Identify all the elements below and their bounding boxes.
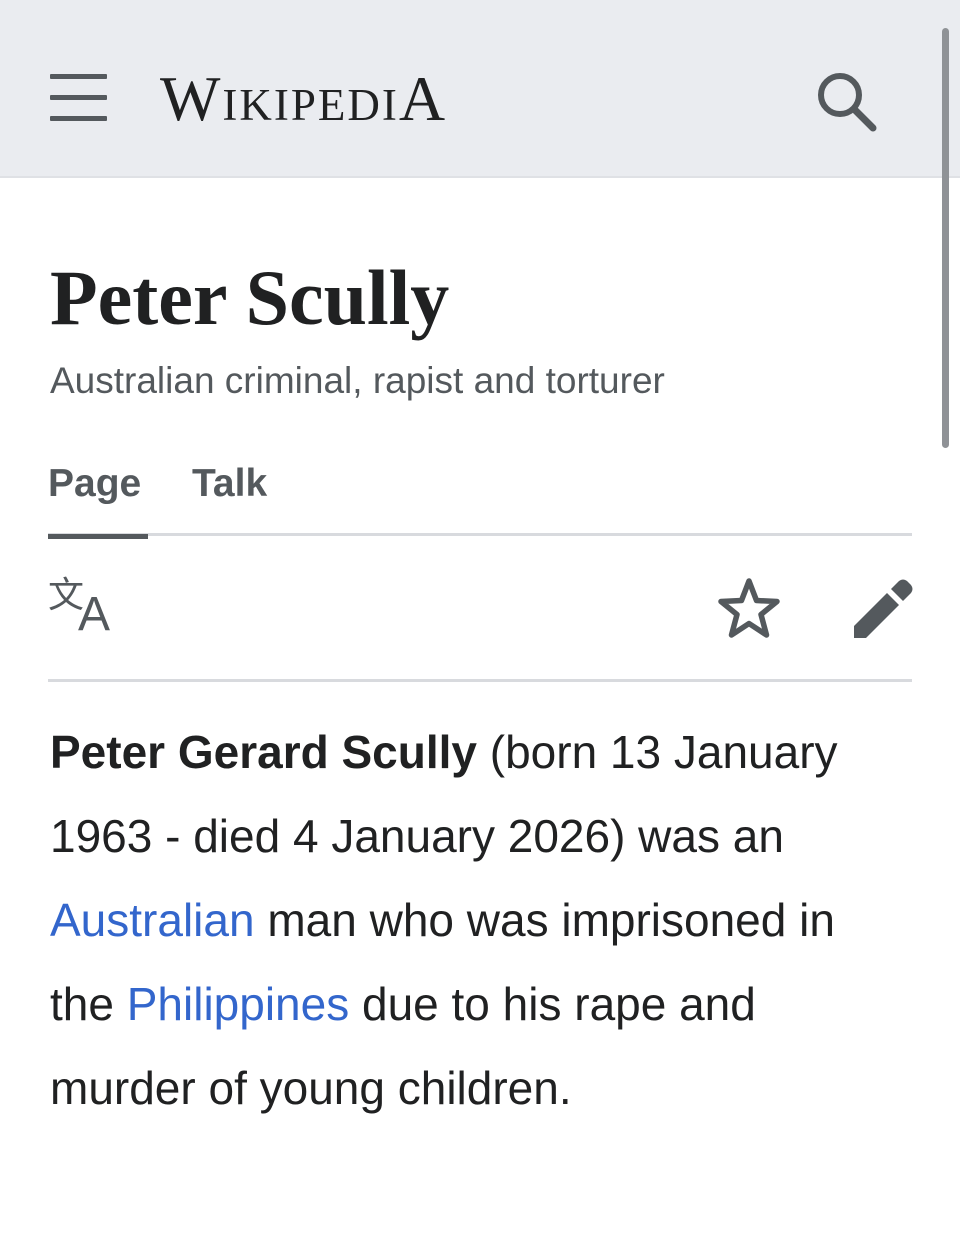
page-tabs: Page Talk — [48, 456, 912, 539]
search-icon[interactable] — [815, 70, 877, 132]
link-australian[interactable]: Australian — [50, 894, 255, 946]
language-glyph-latin: A — [78, 588, 111, 641]
page-actions-toolbar: 文 A — [48, 536, 914, 682]
pencil-icon-graphic — [854, 579, 913, 638]
page-subtitle: Australian criminal, rapist and torturer — [50, 360, 665, 401]
wikipedia-wordmark[interactable]: WikipediA — [160, 64, 447, 134]
page-title: Peter Scully — [50, 254, 450, 341]
hamburger-menu-icon[interactable] — [50, 74, 107, 122]
search-icon-graphic — [818, 73, 877, 132]
lead-bold-name: Peter Gerard Scully — [50, 726, 477, 778]
star-watch-icon[interactable] — [716, 576, 782, 642]
language-icon[interactable]: 文 A — [48, 576, 114, 641]
wordmark-last-letter: A — [398, 63, 448, 134]
header-bar: WikipediA — [0, 0, 960, 178]
pencil-edit-icon[interactable] — [852, 578, 914, 640]
menu-line — [50, 95, 107, 100]
scrollbar[interactable] — [942, 28, 949, 448]
lead-paragraph: Peter Gerard Scully (born 13 January 196… — [50, 710, 910, 1130]
menu-line — [50, 116, 107, 121]
tab-talk[interactable]: Talk — [192, 456, 267, 536]
link-philippines[interactable]: Philippines — [127, 978, 349, 1030]
wordmark-middle: ikipedi — [222, 63, 399, 134]
wordmark-first-letter: W — [160, 63, 223, 134]
menu-line — [50, 74, 107, 79]
tab-page[interactable]: Page — [48, 456, 148, 539]
star-icon-graphic — [718, 578, 780, 638]
